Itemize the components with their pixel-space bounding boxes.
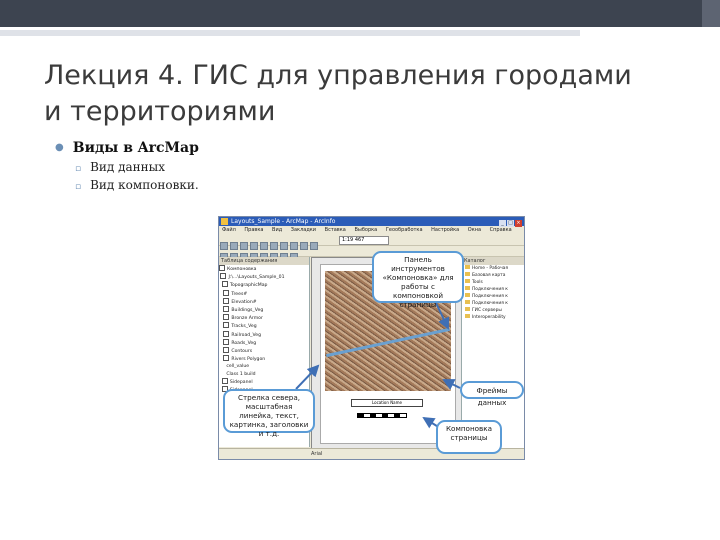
bullet-main-text: Виды в ArcMap: [72, 140, 199, 156]
slide-top-bar-corner: [702, 0, 720, 27]
bullet-main: ● Виды в ArcMap: [55, 140, 199, 156]
callout-elements: Стрелка севера, масштабная линейка, текс…: [223, 389, 315, 438]
menu-item[interactable]: Правка: [244, 227, 263, 233]
slide-top-accent: [0, 27, 720, 37]
toc-row[interactable]: J:\...\Layouts_Sample_01: [219, 273, 309, 281]
toc-row[interactable]: Buildings_Veg: [219, 306, 309, 314]
sub-bullet-dot-icon: ▫: [75, 164, 82, 174]
arcmap-menu-bar: Файл Правка Вид Закладки Вставка Выборка…: [219, 226, 524, 235]
arcmap-app-icon: [221, 218, 228, 225]
catalog-row[interactable]: Подключения к: [462, 300, 524, 307]
callout-layout-toolbar: Панель инструментов «Компоновка» для раб…: [372, 251, 464, 309]
menu-item[interactable]: Вставка: [325, 227, 346, 233]
folder-icon: [465, 300, 470, 304]
arcmap-window-title: Layouts_Sample - ArcMap - ArcInfo: [231, 218, 336, 225]
toc-row[interactable]: Компоновка: [219, 265, 309, 273]
menu-item[interactable]: Настройка: [431, 227, 459, 233]
minimize-icon[interactable]: _: [499, 220, 506, 227]
catalog-row[interactable]: Подключения к: [462, 293, 524, 300]
menu-item[interactable]: Окна: [468, 227, 481, 233]
toc-title: Таблица содержания: [219, 257, 309, 265]
slide-top-bar: [0, 0, 720, 27]
callout-page: Компоновка страницы: [436, 420, 502, 454]
toc-row[interactable]: Rivers Polygon: [219, 355, 309, 363]
menu-item[interactable]: Справка: [490, 227, 512, 233]
toc-row[interactable]: Contours: [219, 347, 309, 355]
catalog-row[interactable]: Базовая карта: [462, 272, 524, 279]
menu-item[interactable]: Вид: [272, 227, 282, 233]
callout-frames: Фреймы данных: [460, 381, 524, 407]
slide-title-line-2: и территориями: [44, 96, 276, 127]
map-title-box[interactable]: Location Name: [351, 399, 423, 407]
toc-row[interactable]: Roads_Veg: [219, 338, 309, 347]
folder-icon: [465, 314, 470, 318]
bullet-sub-1-text: Вид данных: [90, 160, 165, 174]
folder-icon: [465, 307, 470, 311]
toc-row[interactable]: cell_value: [219, 363, 309, 370]
catalog-row[interactable]: Подключения к: [462, 286, 524, 293]
toc-row[interactable]: Trees#: [219, 289, 309, 298]
bullet-sub-2-text: Вид компоновки.: [90, 178, 199, 192]
font-selector[interactable]: Arial: [311, 451, 322, 457]
catalog-row[interactable]: ГИС серверы: [462, 307, 524, 314]
bullet-dot-icon: ●: [55, 142, 64, 153]
catalog-row[interactable]: Home - Рабочая: [462, 265, 524, 272]
folder-icon: [465, 286, 470, 290]
menu-item[interactable]: Файл: [222, 227, 236, 233]
folder-icon: [465, 293, 470, 297]
bullet-sub-1: ▫ Вид данных: [75, 159, 199, 177]
arcmap-title-bar: Layouts_Sample - ArcMap - ArcInfo _ □ ×: [219, 217, 524, 227]
slide-title-line-1: Лекция 4. ГИС для управления городами: [44, 60, 632, 91]
arcmap-toolbar-1: 1:19 467: [219, 235, 524, 250]
toc-row[interactable]: Tracks_Veg: [219, 322, 309, 330]
catalog-title: Каталог: [462, 257, 524, 265]
bullet-list: ● Виды в ArcMap ▫ Вид данных ▫ Вид компонов…: [55, 140, 199, 195]
menu-item[interactable]: Закладки: [291, 227, 316, 233]
toc-row[interactable]: Class 1 build: [219, 371, 309, 378]
slide-title: Лекция 4. ГИС для управления городами и …: [44, 58, 684, 130]
catalog-row[interactable]: Interoperability: [462, 314, 524, 321]
river-line: [326, 327, 450, 358]
folder-icon: [465, 265, 470, 269]
toc-row[interactable]: TopographicMap: [219, 281, 309, 289]
folder-icon: [465, 272, 470, 276]
toc-row[interactable]: Railroad_Veg: [219, 330, 309, 339]
bullet-sub-2: ▫ Вид компоновки.: [75, 177, 199, 195]
toc-row[interactable]: Bronze Armor: [219, 314, 309, 322]
arcmap-toolbar-2: [219, 246, 524, 261]
sub-bullet-dot-icon: ▫: [75, 182, 82, 192]
menu-item[interactable]: Выборка: [354, 227, 377, 233]
folder-icon: [465, 279, 470, 283]
maximize-icon[interactable]: □: [507, 220, 514, 227]
toc-row[interactable]: Sidepanel: [219, 377, 309, 386]
toc-row[interactable]: Elevation#: [219, 297, 309, 306]
catalog-row[interactable]: Tools: [462, 279, 524, 286]
scale-bar[interactable]: [357, 413, 407, 418]
scale-field[interactable]: 1:19 467: [339, 236, 389, 245]
close-icon[interactable]: ×: [515, 220, 522, 227]
menu-item[interactable]: Геообработка: [386, 227, 423, 233]
